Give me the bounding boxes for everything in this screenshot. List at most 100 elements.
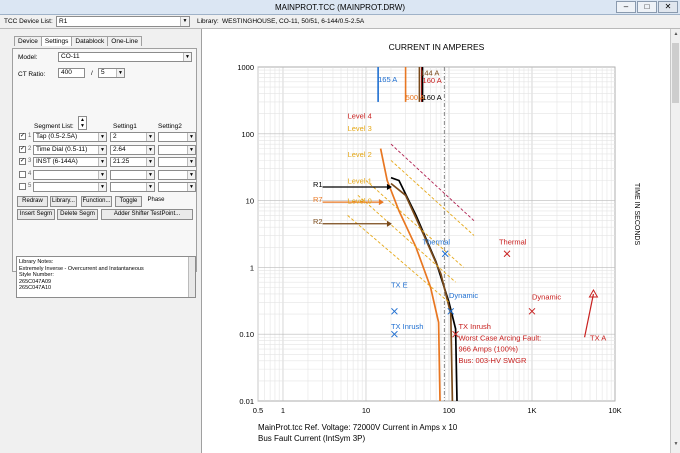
y-tick-label: 0.01 bbox=[239, 397, 254, 406]
model-select[interactable]: CO-11 ▼ bbox=[58, 52, 192, 62]
btn-redraw[interactable]: Redraw bbox=[17, 196, 48, 207]
tab-settings[interactable]: Settings bbox=[40, 36, 73, 46]
segment-setting1-select[interactable]: ▼ bbox=[110, 169, 155, 180]
ct-primary-value: 400 bbox=[61, 69, 72, 76]
setting2-header: Setting2 bbox=[158, 123, 182, 130]
segment-name: INST (6-144A) bbox=[36, 158, 78, 165]
relay-arrowhead bbox=[386, 220, 392, 227]
chart-annotation: Dynamic bbox=[532, 293, 561, 302]
btn-deletesegm[interactable]: Delete Segm bbox=[57, 209, 98, 220]
btn-library[interactable]: Library... bbox=[50, 196, 77, 207]
segment-checkbox[interactable] bbox=[19, 183, 26, 190]
segment-list-label: Segment List: bbox=[34, 123, 74, 130]
plot-frame bbox=[257, 66, 616, 402]
segment-name-select[interactable]: Tap (0.5-2.5A) ▼ bbox=[33, 132, 107, 142]
ct-secondary-select[interactable]: 5 ▼ bbox=[98, 68, 125, 78]
chevron-down-icon: ▼ bbox=[187, 145, 195, 154]
segment-name-select[interactable]: Time Dial (0.5-11) ▼ bbox=[33, 144, 107, 155]
chevron-down-icon: ▼ bbox=[146, 133, 154, 141]
device-list-label: TCC Device List: bbox=[4, 18, 53, 25]
chevron-down-icon: ▼ bbox=[187, 133, 195, 141]
chevron-down-icon: ▼ bbox=[98, 170, 106, 179]
chart-annotation: Level 0 bbox=[348, 197, 372, 206]
chart-annotation: R1 bbox=[313, 180, 323, 189]
maximize-button[interactable]: □ bbox=[637, 1, 657, 13]
window-title: MAINPROT.TCC (MAINPROT.DRW) bbox=[274, 3, 406, 12]
y-tick-label: 100 bbox=[241, 130, 254, 139]
segment-setting2-select[interactable]: ▼ bbox=[158, 132, 196, 142]
segment-setting1-select[interactable]: ▼ bbox=[110, 182, 155, 192]
segment-checkbox[interactable]: ✓ bbox=[19, 158, 26, 165]
tab-datablock[interactable]: Datablock bbox=[71, 36, 109, 46]
segment-setting1-select[interactable]: 21.25 ▼ bbox=[110, 157, 155, 167]
chart-annotation: Level 4 bbox=[348, 111, 372, 120]
chart-annotation: TX E bbox=[391, 281, 408, 290]
segment-name-select[interactable]: ▼ bbox=[33, 169, 107, 180]
scroll-up-icon[interactable]: ▲ bbox=[672, 31, 680, 37]
segment-name-select[interactable]: INST (6-144A) ▼ bbox=[33, 157, 107, 167]
segment-name-select[interactable]: ▼ bbox=[33, 182, 107, 192]
library-label: Library: bbox=[197, 18, 219, 25]
segment-spinner[interactable]: ▲ ▼ bbox=[78, 116, 87, 130]
btn-addershiftertestpoint[interactable]: Adder Shifter TestPoint... bbox=[101, 209, 193, 220]
chart-annotation: R2 bbox=[313, 217, 323, 226]
ct-primary-field[interactable]: 400 bbox=[58, 68, 85, 78]
chart-annotation: Level 1 bbox=[348, 177, 372, 186]
chart-annotation: TX Inrush bbox=[391, 322, 424, 331]
vertical-scrollbar[interactable]: ▲ ▼ bbox=[670, 29, 680, 453]
segment-setting2-select[interactable]: ▼ bbox=[158, 169, 196, 180]
segment-setting1: 2 bbox=[113, 133, 117, 140]
segment-checkbox[interactable]: ✓ bbox=[19, 133, 26, 140]
tcc-plot-window: CURRENT IN AMPERES 0.5 1 10 100 1K 10K 1000 100 1… bbox=[203, 29, 680, 453]
tab-device[interactable]: Device bbox=[14, 36, 42, 46]
segment-setting1-select[interactable]: 2.64 ▼ bbox=[110, 144, 155, 155]
btn-phase[interactable]: Phase bbox=[146, 196, 166, 207]
tcc-chart[interactable]: CURRENT IN AMPERES 0.5 1 10 100 1K 10K 1000 100 1… bbox=[203, 29, 669, 453]
chart-annotation: Worst Case Arcing Fault: bbox=[458, 334, 541, 343]
notes-line: 265C047A10 bbox=[19, 285, 52, 291]
notes-scrollbar[interactable] bbox=[188, 257, 195, 297]
chevron-down-icon: ▼ bbox=[98, 158, 106, 166]
x-tick-label: 0.5 bbox=[253, 406, 263, 415]
segment-setting2-select[interactable]: ▼ bbox=[158, 157, 196, 167]
chart-annotation: R7 bbox=[313, 195, 323, 204]
tx-point-marker bbox=[391, 307, 398, 315]
device-settings-panel: Device Settings Datablock One-Line Model… bbox=[0, 29, 202, 453]
scroll-down-icon[interactable]: ▼ bbox=[672, 441, 680, 447]
scroll-thumb[interactable] bbox=[672, 43, 679, 103]
segment-setting1-select[interactable]: 2 ▼ bbox=[110, 132, 155, 142]
segment-setting2-select[interactable]: ▼ bbox=[158, 182, 196, 192]
setting1-header: Setting1 bbox=[113, 123, 137, 130]
device-toolbar: TCC Device List: R1 ▼ Library: WESTINGHO… bbox=[0, 15, 680, 29]
segment-setting2-select[interactable]: ▼ bbox=[158, 144, 196, 155]
chevron-down-icon: ▼ bbox=[98, 133, 106, 141]
chart-annotation: Level 2 bbox=[348, 150, 372, 159]
ct-separator: / bbox=[91, 70, 93, 77]
segment-checkbox[interactable] bbox=[19, 170, 26, 178]
segment-setting1: 21.25 bbox=[113, 158, 130, 165]
segment-number: 2 bbox=[28, 145, 32, 152]
ct-secondary-value: 5 bbox=[101, 69, 105, 76]
btn-insertsegm[interactable]: Insert Segm bbox=[17, 209, 55, 220]
y-tick-label: 1000 bbox=[237, 63, 254, 72]
chevron-down-icon: ▼ bbox=[187, 158, 195, 166]
btn-toggle[interactable]: Toggle bbox=[115, 196, 142, 207]
chevron-down-icon: ▼ bbox=[187, 183, 195, 191]
chart-annotation: 160 A bbox=[423, 76, 442, 85]
chart-annotation: TX A bbox=[590, 334, 606, 343]
btn-function[interactable]: Function... bbox=[81, 196, 112, 207]
close-button[interactable]: ✕ bbox=[658, 1, 678, 13]
chart-footer: MainProt.tcc Ref. Voltage: 72000V Curren… bbox=[258, 423, 458, 432]
device-list-select[interactable]: R1 ▼ bbox=[56, 16, 190, 27]
segment-number: 5 bbox=[28, 183, 32, 189]
minimize-button[interactable]: – bbox=[616, 1, 636, 13]
segment-checkbox[interactable]: ✓ bbox=[19, 145, 26, 153]
y-axis-label: TIME IN SECONDS bbox=[633, 183, 640, 246]
chart-annotation: 966 Amps (100%) bbox=[458, 345, 518, 354]
curve-level-4 bbox=[390, 143, 475, 222]
chevron-down-icon: ▼ bbox=[146, 170, 154, 179]
tab-one-line[interactable]: One-Line bbox=[107, 36, 143, 46]
segment-number: 4 bbox=[28, 170, 32, 177]
chevron-down-icon: ▼ bbox=[98, 183, 106, 191]
ct-ratio-label: CT Ratio: bbox=[18, 71, 46, 78]
